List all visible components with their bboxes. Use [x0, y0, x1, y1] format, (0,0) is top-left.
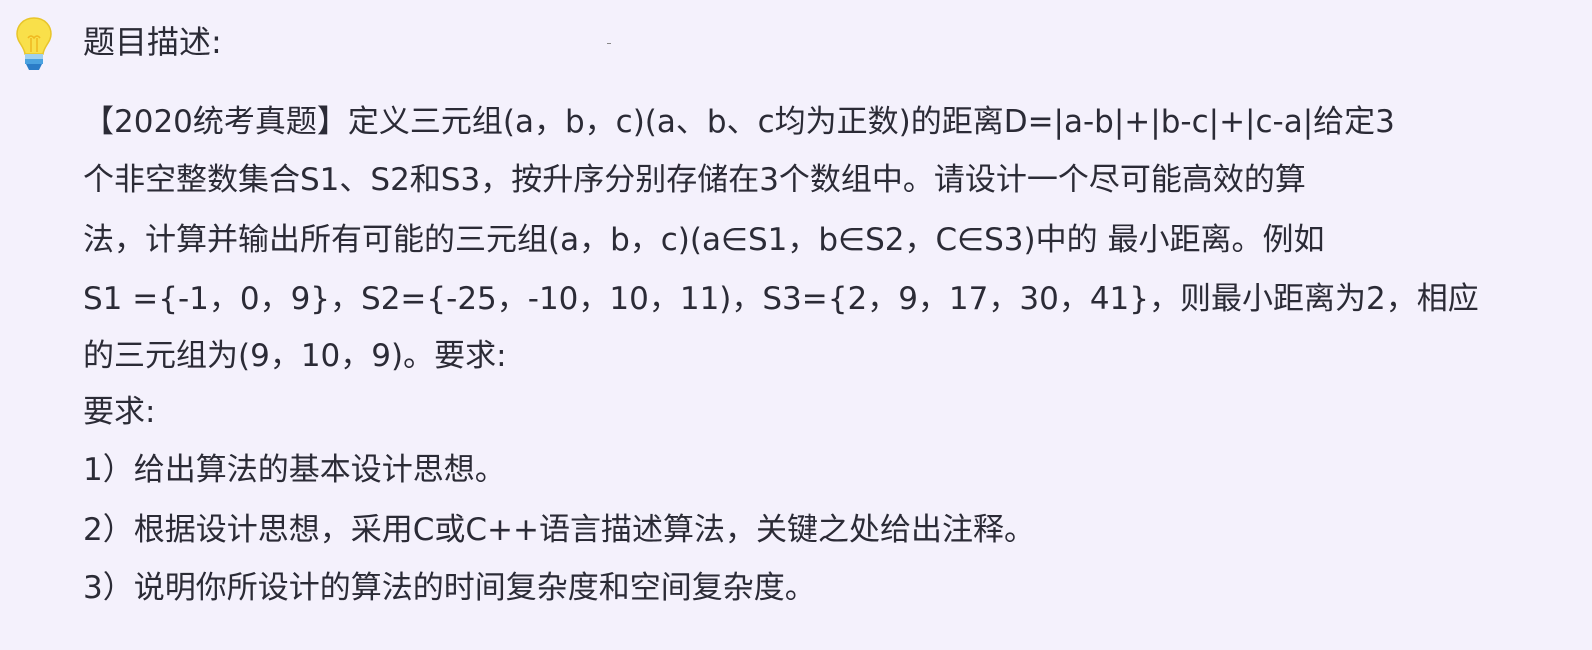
- requirement-item: 2）根据设计思想，采用C或C++语言描述算法，关键之处给出注释。: [83, 512, 1035, 548]
- body-line: 要求:: [83, 394, 156, 430]
- lightbulb-icon: [16, 17, 52, 70]
- body-line: 个非空整数集合S1、S2和S3，按升序分别存储在3个数组中。请设计一个尽可能高效…: [83, 162, 1306, 198]
- requirement-item: 3）说明你所设计的算法的时间复杂度和空间复杂度。: [83, 570, 816, 606]
- body-line: 法，计算并输出所有可能的三元组(a，b，c)(a∈S1，b∈S2，C∈S3)中的…: [83, 222, 1325, 258]
- divider: [607, 43, 611, 44]
- body-line: 的三元组为(9，10，9)。要求:: [83, 338, 507, 374]
- body-line: S1 ={-1，0，9}，S2={-25，-10，10，11)，S3={2，9，…: [83, 281, 1479, 317]
- requirement-item: 1）给出算法的基本设计思想。: [83, 452, 506, 488]
- section-heading: 题目描述:: [83, 23, 222, 61]
- body-line: 【2020统考真题】定义三元组(a，b，c)(a、b、c均为正数)的距离D=|a…: [83, 104, 1395, 140]
